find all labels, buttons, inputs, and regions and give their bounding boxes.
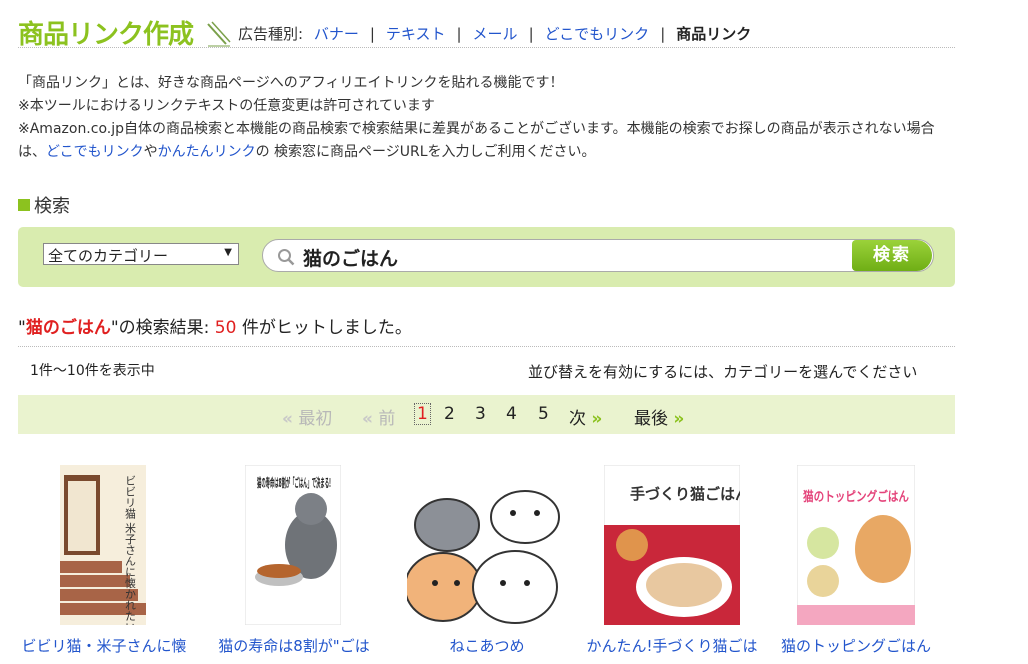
divider bbox=[18, 346, 955, 347]
search-icon bbox=[278, 249, 295, 266]
intro-line-1: 「商品リンク」とは、好きな商品ページへのアフィリエイトリンクを貼れる機能です！ bbox=[18, 75, 564, 91]
svg-text:猫の寿命は8割が「ごはん」で決まる!: 猫の寿命は8割が「ごはん」で決まる! bbox=[257, 475, 331, 490]
intro-line-3: ※Amazon.co.jp自体の商品検索と本機能の商品検索で検索結果に差異がある… bbox=[18, 121, 935, 160]
page-title: 商品リンク作成 bbox=[18, 20, 194, 50]
pager-last[interactable]: 最後 » bbox=[634, 404, 684, 429]
pager-prev: « 前 bbox=[362, 409, 396, 429]
pager-page-3[interactable]: 3 bbox=[475, 404, 486, 424]
ad-type-text-link[interactable]: テキスト bbox=[386, 25, 446, 43]
product-title-link[interactable]: 猫のトッピングごはん bbox=[766, 635, 946, 657]
product-image[interactable]: 手づくり猫ごはん bbox=[604, 465, 740, 625]
ad-type-label: 広告種別: bbox=[238, 25, 304, 43]
pagination: « 最初 « 前 1 2 3 4 5 次 » 最後 » bbox=[18, 395, 955, 434]
pager-first: « 最初 bbox=[282, 409, 333, 429]
pager-page-current: 1 bbox=[414, 403, 431, 425]
product-image[interactable] bbox=[407, 465, 567, 625]
anywhere-link-inline[interactable]: どこでもリンク bbox=[46, 144, 144, 160]
ad-type-nav: 広告種別: バナー | テキスト | メール | どこでもリンク | 商品リンク bbox=[238, 25, 752, 43]
page-header: 商品リンク作成 広告種別: バナー | テキスト | メール | どこでもリンク | 商品リンク bbox=[18, 12, 955, 50]
pager-page-4[interactable]: 4 bbox=[506, 404, 517, 424]
category-select[interactable]: 全てのカテゴリー ▼ bbox=[43, 243, 239, 265]
ad-type-mail-link[interactable]: メール bbox=[473, 25, 518, 43]
pager-page-5[interactable]: 5 bbox=[538, 404, 549, 424]
result-summary: "猫のごはん"の検索結果: 50 件がヒットしました。 bbox=[18, 318, 412, 338]
search-input[interactable]: 猫のごはん bbox=[262, 239, 934, 272]
ad-type-anywhere-link[interactable]: どこでもリンク bbox=[545, 25, 650, 43]
product-title-link[interactable]: ビビリ猫・米子さんに懐 bbox=[14, 635, 194, 657]
pager-next[interactable]: 次 » bbox=[569, 404, 602, 429]
pager-page-2[interactable]: 2 bbox=[444, 404, 455, 424]
easy-link-inline[interactable]: かんたんリンク bbox=[158, 144, 256, 160]
search-panel: 全てのカテゴリー ▼ 猫のごはん 検索 bbox=[18, 227, 955, 287]
search-section-heading: 検索 bbox=[18, 192, 70, 218]
result-count: 50 bbox=[214, 318, 237, 338]
product-title-link[interactable]: ねこあつめ bbox=[397, 635, 577, 657]
product-title-link[interactable]: かんたん!手づくり猫ごは bbox=[582, 635, 762, 657]
product-image[interactable]: ビビリ猫 米子さんに懐かれたい。 bbox=[60, 465, 146, 625]
intro-line-2: ※本ツールにおけるリンクテキストの任意変更は許可されています bbox=[18, 98, 435, 114]
svg-text:ビビリ猫 米子さんに懐かれたい。: ビビリ猫 米子さんに懐かれたい。 bbox=[124, 475, 137, 625]
result-keyword: 猫のごはん bbox=[25, 318, 111, 338]
search-button[interactable]: 検索 bbox=[852, 240, 932, 271]
ad-type-banner-link[interactable]: バナー bbox=[314, 25, 359, 43]
intro-text: 「商品リンク」とは、好きな商品ページへのアフィリエイトリンクを貼れる機能です！ … bbox=[18, 72, 958, 164]
sort-note: 並び替えを有効にするには、カテゴリーを選んでください bbox=[528, 363, 918, 381]
search-query: 猫のごはん bbox=[303, 248, 399, 270]
product-title-link[interactable]: 猫の寿命は8割が"ごは bbox=[204, 635, 384, 657]
square-bullet-icon bbox=[18, 199, 30, 211]
svg-text:猫のトッピングごはん: 猫のトッピングごはん bbox=[803, 489, 909, 505]
result-range: 1件〜10件を表示中 bbox=[30, 363, 155, 379]
ad-type-current: 商品リンク bbox=[676, 25, 752, 43]
dropdown-arrow-icon: ▼ bbox=[224, 247, 232, 258]
product-image[interactable]: 猫のトッピングごはん bbox=[797, 465, 915, 625]
svg-text:手づくり猫ごはん: 手づくり猫ごはん bbox=[630, 485, 740, 503]
product-image[interactable]: 猫の寿命は8割が「ごはん」で決まる! bbox=[245, 465, 341, 625]
pencil-icon bbox=[207, 21, 231, 47]
